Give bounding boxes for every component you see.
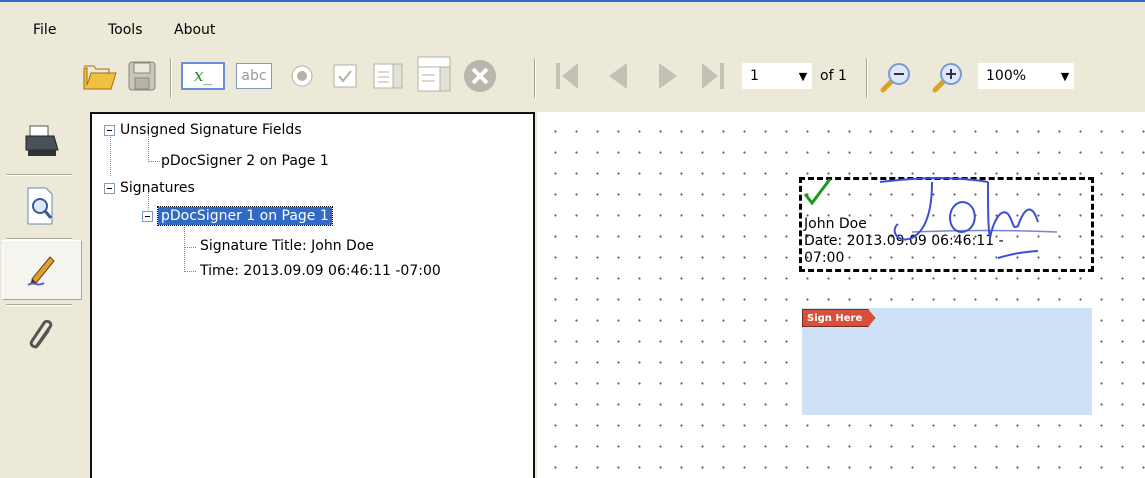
tree-node-label: pDocSigner 2 on Page 1 xyxy=(161,153,329,169)
page-count-label: of 1 xyxy=(820,68,847,84)
print-icon[interactable] xyxy=(2,112,82,172)
collapse-icon[interactable] xyxy=(104,182,115,194)
tree-node-label: Signatures xyxy=(120,180,195,196)
tree-connector xyxy=(184,271,196,272)
first-page-icon[interactable] xyxy=(550,58,584,94)
tree-node-signatures[interactable]: Signatures xyxy=(104,178,195,198)
chevron-down-icon[interactable]: ▼ xyxy=(1056,70,1074,83)
next-page-icon[interactable] xyxy=(652,58,686,94)
text-field-icon[interactable]: x_ xyxy=(180,60,226,92)
tree-node-label: Unsigned Signature Fields xyxy=(120,122,302,138)
collapse-icon[interactable] xyxy=(142,210,153,222)
signed-signature-field[interactable]: John Doe Date: 2013.09.09 06:46:11 - 07:… xyxy=(799,177,1094,272)
attachment-icon[interactable] xyxy=(2,306,82,366)
text-box-icon[interactable]: abc xyxy=(234,60,274,92)
open-folder-icon[interactable] xyxy=(80,56,120,96)
toolbar-separator xyxy=(534,58,536,98)
menu-tools[interactable]: Tools xyxy=(108,22,143,38)
zoom-out-icon[interactable] xyxy=(876,58,916,96)
radio-button-icon[interactable] xyxy=(285,60,319,92)
tree-node-signed-item[interactable]: pDocSigner 1 on Page 1 xyxy=(142,206,333,226)
tree-node-unsigned-item[interactable]: pDocSigner 2 on Page 1 xyxy=(161,151,329,171)
handwritten-signature xyxy=(879,177,1058,259)
print-preview-icon[interactable] xyxy=(2,176,82,236)
zoom-in-icon[interactable] xyxy=(928,58,968,96)
zoom-value: 100% xyxy=(986,68,1027,84)
page-number-value: 1 xyxy=(750,68,759,84)
tree-node-label: Time: 2013.09.09 06:46:11 -07:00 xyxy=(200,263,441,279)
tree-node-label: pDocSigner 1 on Page 1 xyxy=(157,206,333,226)
text-box-icon-label: abc xyxy=(236,63,272,89)
tree-connector xyxy=(184,247,196,248)
toolbar: x_ abc 1 ▼ of 1 100% ▼ xyxy=(0,50,1145,110)
tree-node-signature-time[interactable]: Time: 2013.09.09 06:46:11 -07:00 xyxy=(200,261,441,281)
last-page-icon[interactable] xyxy=(696,58,730,94)
text-field-icon-label: x_ xyxy=(181,62,225,90)
tree-connector xyxy=(148,161,160,162)
menu-about[interactable]: About xyxy=(174,22,215,38)
signature-tree-panel: Unsigned Signature Fields pDocSigner 2 o… xyxy=(90,112,535,478)
tree-node-label: Signature Title: John Doe xyxy=(200,238,375,254)
checkbox-icon[interactable] xyxy=(328,60,362,92)
toolbar-separator xyxy=(866,58,868,98)
tree-connector xyxy=(184,224,185,272)
menu-file[interactable]: File xyxy=(33,22,56,38)
delete-icon[interactable] xyxy=(460,56,500,96)
combo-box-icon[interactable] xyxy=(414,54,454,94)
collapse-icon[interactable] xyxy=(104,124,115,136)
document-canvas[interactable]: John Doe Date: 2013.09.09 06:46:11 - 07:… xyxy=(537,112,1145,478)
signature-pen-icon[interactable] xyxy=(2,240,82,300)
previous-page-icon[interactable] xyxy=(600,58,634,94)
menu-bar: File Tools About xyxy=(0,2,1145,47)
list-box-icon[interactable] xyxy=(370,60,406,92)
sign-here-tag[interactable]: Sign Here xyxy=(802,309,875,327)
save-icon[interactable] xyxy=(124,56,160,96)
toolbar-separator xyxy=(170,58,172,98)
chevron-down-icon[interactable]: ▼ xyxy=(794,70,812,83)
tree-node-unsigned-fields[interactable]: Unsigned Signature Fields xyxy=(104,120,302,140)
zoom-select[interactable]: 100% ▼ xyxy=(978,63,1074,89)
side-toolbar xyxy=(0,112,89,478)
page-number-select[interactable]: 1 ▼ xyxy=(742,63,812,89)
tree-node-signature-title[interactable]: Signature Title: John Doe xyxy=(200,236,374,256)
